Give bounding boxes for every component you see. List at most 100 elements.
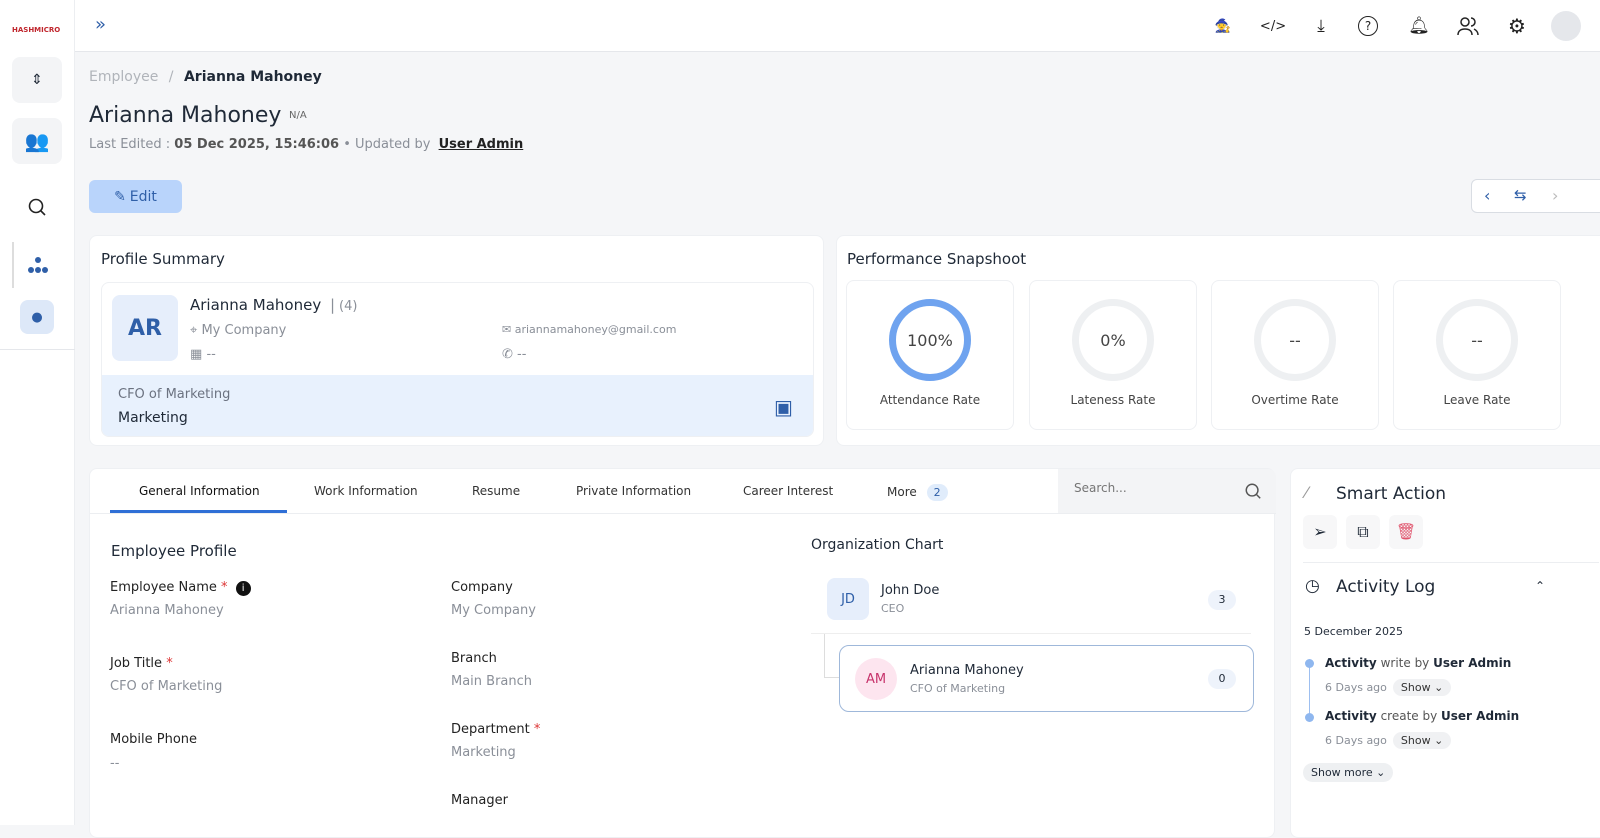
- updated-by-link[interactable]: User Admin: [439, 137, 524, 152]
- org-chart-title: Organization Chart: [811, 537, 944, 553]
- status-badge: N/A: [289, 110, 307, 121]
- edit-button[interactable]: ✎ Edit: [89, 180, 182, 213]
- magic-wand-icon: ⁄: [1305, 483, 1308, 502]
- bell-icon[interactable]: 🔔︎: [1407, 14, 1431, 38]
- avatar: AR: [112, 295, 178, 361]
- kpi-leave: -- Leave Rate: [1393, 280, 1561, 430]
- last-edited-value: 05 Dec 2025, 15:46:06: [174, 137, 340, 152]
- org-chart-icon: [28, 257, 48, 273]
- wizard-hat-icon[interactable]: 🧙: [1211, 14, 1235, 38]
- right-panel: ⁄ Smart Action ➢ ⧉ 🗑︎ ◷ Activity Log ⌃ 5…: [1290, 468, 1600, 838]
- tab-private-information[interactable]: Private Information: [576, 484, 691, 498]
- help-icon[interactable]: ?: [1358, 16, 1378, 36]
- profile-name: Arianna Mahoney: [190, 296, 322, 314]
- breadcrumb: Employee / Arianna Mahoney: [89, 69, 322, 85]
- field-value: Marketing: [451, 745, 516, 760]
- kpi-label: Lateness Rate: [1070, 393, 1156, 407]
- show-more-button[interactable]: Show more ⌄: [1303, 763, 1394, 782]
- org-node-name: Arianna Mahoney: [910, 663, 1024, 678]
- timeline-dot: [1305, 713, 1314, 722]
- tab-general-information[interactable]: General Information: [139, 484, 260, 498]
- send-button[interactable]: ➢: [1303, 515, 1337, 549]
- show-button[interactable]: Show ⌄: [1392, 732, 1452, 749]
- breadcrumb-employee[interactable]: Employee: [89, 69, 158, 85]
- collapse-icon[interactable]: ⌃: [1535, 579, 1545, 593]
- chevron-up-down-icon: ⇕: [31, 72, 43, 88]
- employee-button[interactable]: ●: [20, 300, 54, 334]
- next-icon[interactable]: ›: [1552, 186, 1558, 205]
- employees-app-button[interactable]: 👥: [12, 118, 62, 164]
- active-tab-indicator: [110, 510, 287, 513]
- last-edited-label: Last Edited :: [89, 137, 171, 152]
- tab-work-information[interactable]: Work Information: [314, 484, 418, 498]
- breadcrumb-current: Arianna Mahoney: [183, 69, 322, 85]
- pencil-icon: ✎: [114, 188, 126, 205]
- activity-date: 5 December 2025: [1304, 625, 1404, 638]
- field-label: Company: [451, 580, 513, 595]
- topbar: » 🧙 </> ⤓ ? 🔔︎ ⚙: [75, 0, 1600, 52]
- org-chart-button[interactable]: [12, 242, 62, 288]
- calendar-icon: ▦: [190, 347, 203, 362]
- logo: HASHMICRO: [12, 26, 61, 34]
- kpi-label: Overtime Rate: [1251, 393, 1339, 407]
- copy-icon: ⧉: [1357, 522, 1369, 541]
- tab-more-label: More: [887, 485, 917, 499]
- activity-entry: Activity write by User Admin: [1325, 656, 1512, 670]
- download-icon[interactable]: ⤓: [1309, 14, 1333, 38]
- field-value: Arianna Mahoney: [110, 603, 224, 618]
- sidebar: HASHMICRO ⇕ 👥 ●: [0, 0, 75, 825]
- avatar-icon[interactable]: [1551, 11, 1581, 41]
- org-node-role: CEO: [881, 602, 905, 615]
- page-title: Arianna Mahoney: [89, 103, 282, 128]
- profile-company: My Company: [201, 323, 287, 338]
- org-node-name: John Doe: [881, 583, 940, 598]
- gear-icon[interactable]: ⚙: [1505, 14, 1529, 38]
- kpi-overtime: -- Overtime Rate: [1211, 280, 1379, 430]
- search-button[interactable]: [12, 184, 62, 230]
- profile-summary-title: Profile Summary: [101, 250, 225, 268]
- org-node-count: 3: [1208, 590, 1236, 610]
- tab-more[interactable]: More 2: [887, 484, 948, 501]
- org-node-arianna[interactable]: AM Arianna Mahoney CFO of Marketing 0: [839, 645, 1254, 712]
- show-button[interactable]: Show ⌄: [1392, 679, 1452, 696]
- kpi-ring: 0%: [1072, 299, 1154, 381]
- profile-count: (4): [339, 299, 358, 314]
- kpi-ring: --: [1254, 299, 1336, 381]
- field-label: Manager: [451, 793, 508, 808]
- profile-department: Marketing: [118, 410, 188, 426]
- separator: |: [329, 296, 336, 314]
- delete-button[interactable]: 🗑︎: [1389, 515, 1423, 549]
- history-icon: ◷: [1305, 576, 1320, 596]
- qr-code-icon[interactable]: ▣: [774, 395, 793, 419]
- kpi-ring: 100%: [889, 299, 971, 381]
- activity-log-title: Activity Log: [1336, 577, 1436, 597]
- search-input[interactable]: [1074, 481, 1234, 495]
- tab-resume[interactable]: Resume: [472, 484, 520, 498]
- duplicate-button[interactable]: ⧉: [1346, 515, 1380, 549]
- people-icon: 👥: [24, 129, 50, 153]
- swap-icon[interactable]: ⇆: [1514, 186, 1527, 204]
- profile-email[interactable]: ariannamahoney@gmail.com: [515, 323, 677, 336]
- org-node-count: 0: [1208, 669, 1236, 689]
- org-node-john-doe[interactable]: JD John Doe CEO 3: [811, 568, 1251, 634]
- code-icon[interactable]: </>: [1260, 14, 1286, 38]
- location-icon: ⌖: [190, 323, 198, 338]
- users-icon[interactable]: [1456, 14, 1480, 38]
- previous-icon[interactable]: ‹: [1484, 186, 1490, 205]
- profile-phone: --: [517, 347, 527, 362]
- switcher-button[interactable]: ⇕: [12, 57, 62, 103]
- updated-by-label: Updated by: [355, 137, 431, 152]
- profile-date: --: [206, 347, 216, 362]
- record-navigator: ‹ ⇆ ›: [1471, 179, 1600, 213]
- expand-sidebar-icon[interactable]: »: [95, 14, 106, 35]
- kpi-label: Attendance Rate: [879, 393, 981, 407]
- org-connector: [824, 634, 839, 678]
- avatar: JD: [827, 578, 869, 620]
- divider: [0, 349, 75, 350]
- info-icon[interactable]: i: [235, 581, 251, 596]
- org-node-role: CFO of Marketing: [910, 682, 1006, 695]
- tab-career-interest[interactable]: Career Interest: [743, 484, 833, 498]
- search-icon[interactable]: [1244, 482, 1262, 500]
- breadcrumb-separator: /: [168, 69, 174, 85]
- more-count-badge: 2: [926, 484, 948, 501]
